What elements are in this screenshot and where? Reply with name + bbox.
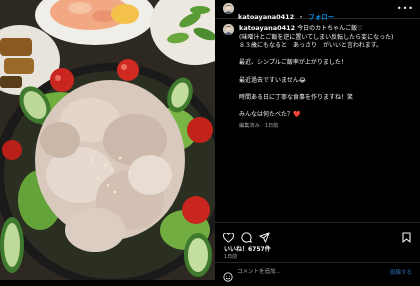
separator-dot: • xyxy=(299,13,304,21)
caption-avatar[interactable] xyxy=(223,24,234,35)
food-photo-illustration xyxy=(0,0,215,280)
caption-line: (味噌汁とご飯を逆に置いてしまい反転したら変になった) xyxy=(239,33,394,41)
action-bar xyxy=(215,222,420,243)
caption-line xyxy=(239,85,414,94)
caption-line: 最近、シンプルご飯率が上がりました！ xyxy=(239,59,347,67)
avatar-image xyxy=(223,3,234,14)
post-header: katoayana0412 • フォロー ••• xyxy=(215,0,420,21)
post-image[interactable] xyxy=(0,0,215,280)
caption-line: ８３歳にもなると あっさり がいいと言われます。 xyxy=(239,42,383,50)
more-dots-icon[interactable]: ••• xyxy=(397,4,414,13)
caption-line: 時間ある日に丁寧な食事を作りますね！笑 xyxy=(239,93,354,101)
post-username[interactable]: katoayana0412 xyxy=(238,13,294,21)
caption-line xyxy=(239,102,414,111)
avatar[interactable] xyxy=(223,3,234,14)
avatar-image xyxy=(223,24,234,35)
likes-count[interactable]: いいね！6757件 xyxy=(224,244,271,253)
post-detail-panel: katoayana0412 • フォロー ••• katoayana0412 今… xyxy=(215,0,420,282)
emoji-icon[interactable] xyxy=(223,267,233,286)
comment-input[interactable] xyxy=(237,267,387,277)
comment-bar: 投稿する xyxy=(215,262,420,282)
caption-line: 今日のカトちゃんご飯♡ xyxy=(297,25,363,32)
follow-button[interactable]: フォロー xyxy=(308,13,334,21)
caption-username[interactable]: katoayana0412 xyxy=(239,24,295,32)
bookmark-icon[interactable] xyxy=(402,228,411,247)
caption-text: katoayana0412 今日のカトちゃんご飯♡ (味噌汁とご飯を逆に置いてし… xyxy=(239,24,414,130)
caption-meta: 編集済み · 1日前 xyxy=(239,122,279,129)
caption-line: 最近過去ですいません😂 xyxy=(239,76,306,84)
post-date: 1日前 xyxy=(224,254,238,260)
caption-line xyxy=(239,68,414,77)
post-comment-button[interactable]: 投稿する xyxy=(390,268,412,276)
caption-line: みんなは何たべた？❤️ xyxy=(239,110,301,118)
